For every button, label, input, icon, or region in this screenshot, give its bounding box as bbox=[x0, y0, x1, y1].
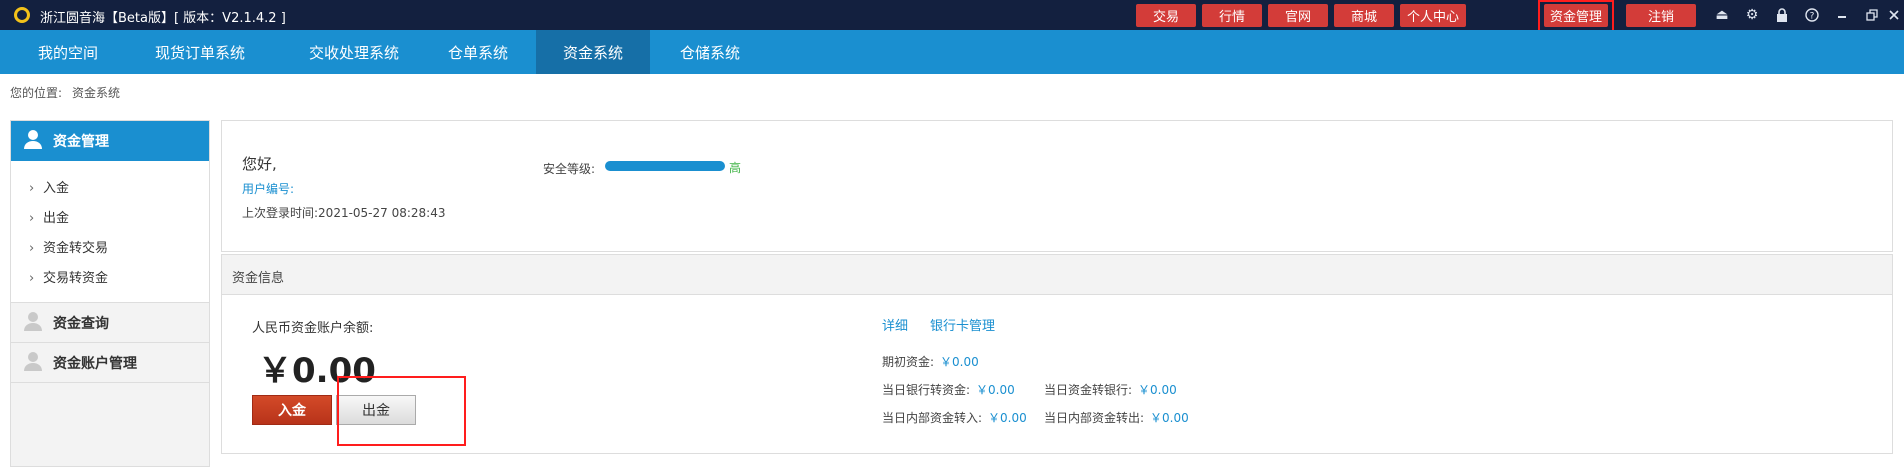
bank-to-fund-value: ￥0.00 bbox=[976, 383, 1015, 397]
details-link[interactable]: 详细 bbox=[882, 315, 908, 334]
title-bar: 浙江圆音海【Beta版】[ 版本：V2.1.4.2 ] 交易 行情 官网 商城 … bbox=[0, 0, 1904, 30]
personal-center-button[interactable]: 个人中心 bbox=[1400, 4, 1466, 27]
nav-warehouse-receipt-system[interactable]: 仓单系统 bbox=[424, 30, 532, 74]
user-icon bbox=[23, 129, 43, 153]
chevron-right-icon: › bbox=[29, 181, 35, 196]
bank-card-management-link[interactable]: 银行卡管理 bbox=[930, 315, 995, 334]
fund-to-bank-label: 当日资金转银行: bbox=[1044, 383, 1133, 397]
fund-to-bank-value: ￥0.00 bbox=[1138, 383, 1177, 397]
close-icon[interactable] bbox=[1884, 6, 1904, 24]
fund-info-panel: 资金信息 人民币资金账户余额: ￥0.00 入金 出金 详细 银行卡管理 期初资… bbox=[221, 254, 1893, 454]
restore-icon[interactable] bbox=[1862, 6, 1882, 24]
nav-fund-system[interactable]: 资金系统 bbox=[536, 30, 650, 74]
fund-management-submenu: › 入金 › 出金 › 资金转交易 › 交易转资金 bbox=[11, 161, 209, 303]
trade-button[interactable]: 交易 bbox=[1136, 4, 1196, 27]
sidebar-section-fund-query[interactable]: 资金查询 bbox=[11, 303, 209, 343]
sidebar-item-label: 资金转交易 bbox=[43, 241, 109, 256]
logout-button[interactable]: 注销 bbox=[1626, 4, 1696, 27]
mall-button[interactable]: 商城 bbox=[1334, 4, 1394, 27]
sidebar-item-label: 入金 bbox=[43, 181, 70, 196]
last-login-value: 2021-05-27 08:28:43 bbox=[318, 206, 446, 220]
opening-fund-value: ￥0.00 bbox=[940, 355, 979, 369]
nav-my-space[interactable]: 我的空间 bbox=[0, 30, 136, 74]
breadcrumb-label: 您的位置: bbox=[10, 86, 63, 100]
sidebar-item-fund-to-trade[interactable]: › 资金转交易 bbox=[29, 237, 108, 256]
chevron-right-icon: › bbox=[29, 211, 35, 226]
sidebar-section-label: 资金账户管理 bbox=[53, 355, 137, 372]
deposit-button[interactable]: 入金 bbox=[252, 395, 332, 425]
user-icon bbox=[23, 351, 43, 375]
sidebar-section-fund-account-management[interactable]: 资金账户管理 bbox=[11, 343, 209, 383]
eject-icon[interactable]: ⏏ bbox=[1712, 6, 1732, 24]
internal-fund-in: 当日内部资金转入: ￥0.00 bbox=[882, 409, 1027, 426]
sidebar-item-label: 出金 bbox=[43, 211, 70, 226]
nav-storage-system[interactable]: 仓储系统 bbox=[650, 30, 770, 74]
official-site-button[interactable]: 官网 bbox=[1268, 4, 1328, 27]
opening-fund: 期初资金: ￥0.00 bbox=[882, 353, 979, 370]
svg-text:?: ? bbox=[1810, 12, 1815, 22]
internal-fund-in-label: 当日内部资金转入: bbox=[882, 411, 983, 425]
bank-to-fund-label: 当日银行转资金: bbox=[882, 383, 971, 397]
app-logo-icon bbox=[14, 7, 30, 23]
withdraw-highlight bbox=[337, 376, 466, 446]
user-id-label: 用户编号: bbox=[242, 182, 295, 196]
internal-fund-out-value: ￥0.00 bbox=[1150, 411, 1189, 425]
sidebar-item-withdraw[interactable]: › 出金 bbox=[29, 207, 69, 226]
security-level-bar bbox=[605, 161, 725, 171]
sidebar-section-label: 资金管理 bbox=[53, 134, 109, 150]
security-level-label: 安全等级: bbox=[543, 162, 596, 176]
chevron-right-icon: › bbox=[29, 241, 35, 256]
profile-panel: 您好, 用户编号: 上次登录时间:2021-05-27 08:28:43 安全等… bbox=[221, 120, 1893, 252]
sidebar-item-deposit[interactable]: › 入金 bbox=[29, 177, 69, 196]
breadcrumb: 您的位置: 资金系统 bbox=[10, 84, 130, 101]
lock-icon[interactable] bbox=[1772, 6, 1792, 24]
minimize-icon[interactable] bbox=[1832, 6, 1852, 24]
last-login: 上次登录时间:2021-05-27 08:28:43 bbox=[242, 204, 446, 221]
sidebar-section-label: 资金查询 bbox=[53, 315, 109, 332]
fund-to-bank: 当日资金转银行: ￥0.00 bbox=[1044, 381, 1177, 398]
opening-fund-label: 期初资金: bbox=[882, 355, 935, 369]
user-icon bbox=[23, 311, 43, 335]
internal-fund-out-label: 当日内部资金转出: bbox=[1044, 411, 1145, 425]
security-level-value: 高 bbox=[729, 161, 742, 175]
chevron-right-icon: › bbox=[29, 271, 35, 286]
nav-delivery-system[interactable]: 交收处理系统 bbox=[284, 30, 424, 74]
internal-fund-out: 当日内部资金转出: ￥0.00 bbox=[1044, 409, 1189, 426]
breadcrumb-current[interactable]: 资金系统 bbox=[72, 86, 120, 100]
sidebar-item-trade-to-fund[interactable]: › 交易转资金 bbox=[29, 267, 108, 286]
nav-spot-order-system[interactable]: 现货订单系统 bbox=[136, 30, 264, 74]
internal-fund-in-value: ￥0.00 bbox=[988, 411, 1027, 425]
app-title: 浙江圆音海【Beta版】[ 版本：V2.1.4.2 ] bbox=[40, 11, 286, 26]
gear-icon[interactable]: ⚙ bbox=[1742, 6, 1762, 24]
quotes-button[interactable]: 行情 bbox=[1202, 4, 1262, 27]
greeting: 您好, bbox=[242, 155, 277, 173]
help-icon[interactable]: ? bbox=[1802, 6, 1822, 24]
main-nav: 我的空间 现货订单系统 交收处理系统 仓单系统 资金系统 仓储系统 bbox=[0, 30, 1904, 74]
balance-label: 人民币资金账户余额: bbox=[252, 321, 374, 336]
last-login-label: 上次登录时间: bbox=[242, 206, 319, 220]
bank-to-fund: 当日银行转资金: ￥0.00 bbox=[882, 381, 1015, 398]
sidebar: 资金管理 › 入金 › 出金 › 资金转交易 › 交易转资金 资金查询 资金账户管理 bbox=[10, 120, 210, 467]
sidebar-item-label: 交易转资金 bbox=[43, 271, 109, 286]
fund-info-title: 资金信息 bbox=[232, 271, 285, 286]
fund-info-header: 资金信息 bbox=[222, 255, 1892, 295]
sidebar-section-fund-management[interactable]: 资金管理 bbox=[11, 121, 209, 161]
